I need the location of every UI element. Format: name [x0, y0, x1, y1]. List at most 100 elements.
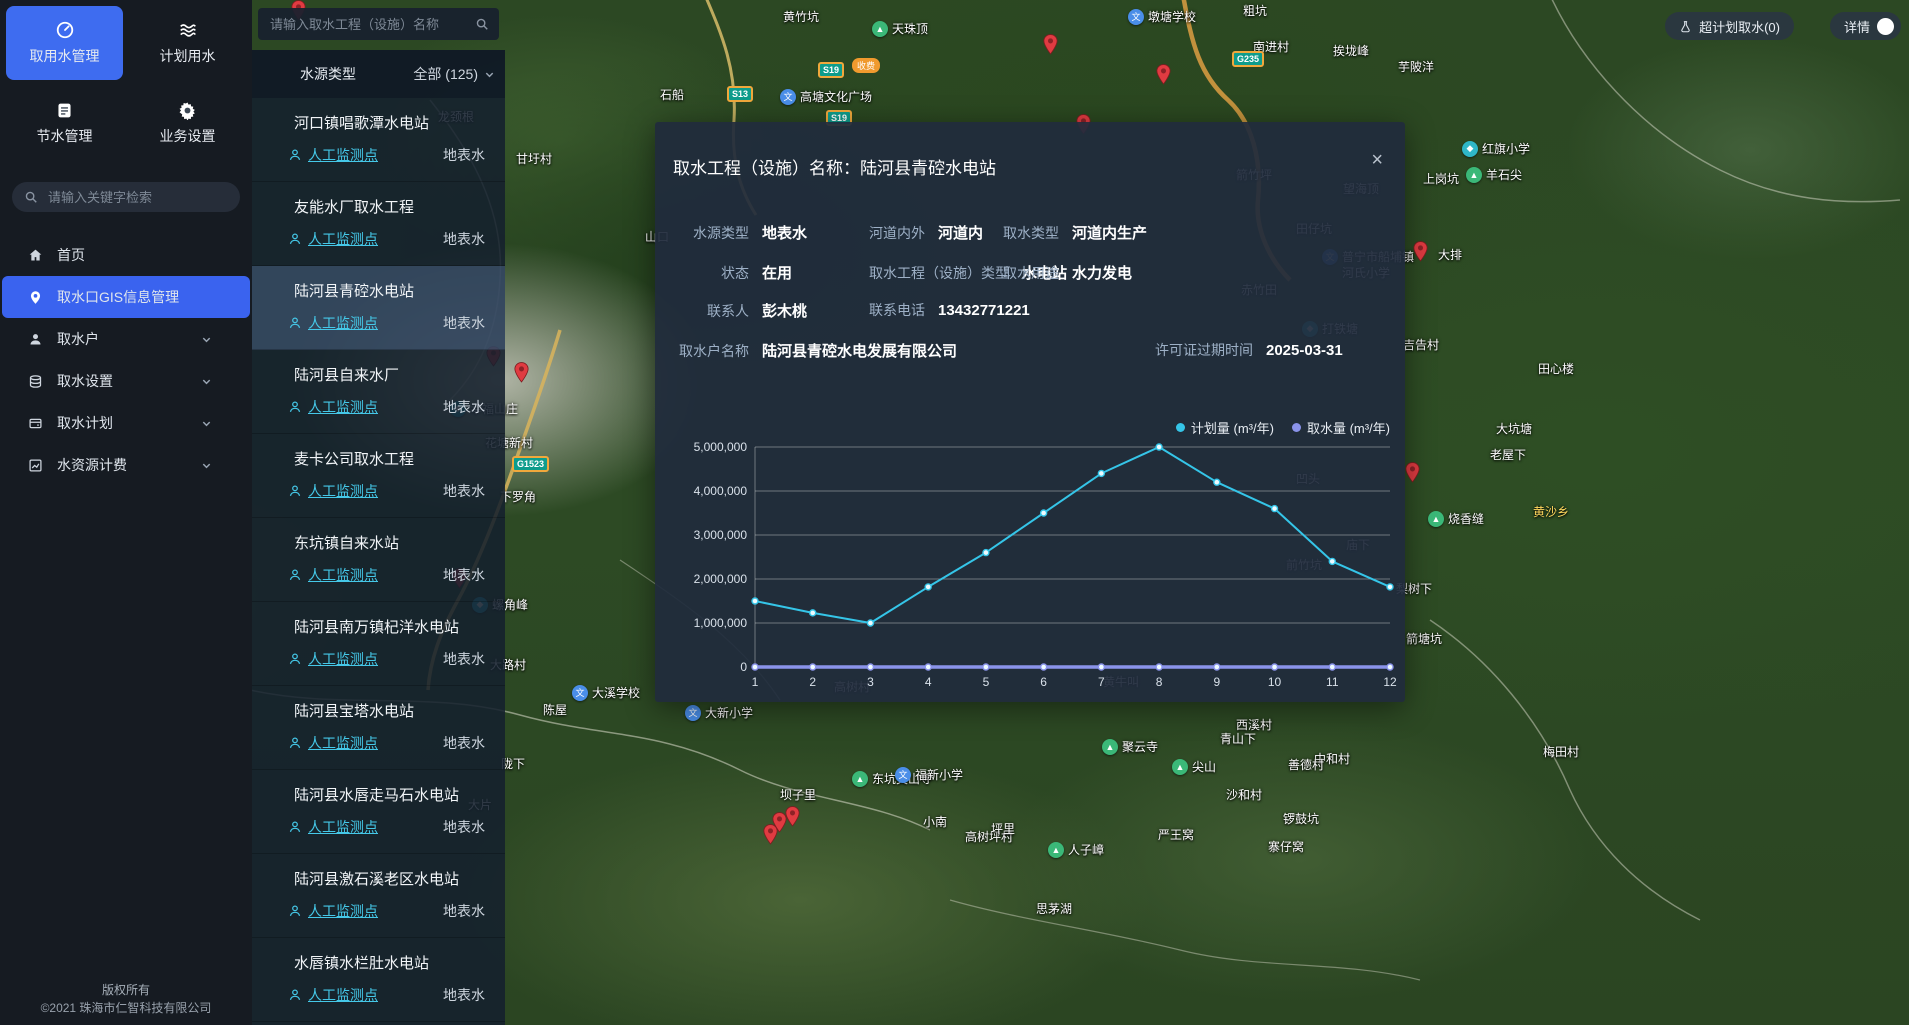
over-plan-label: 超计划取水(0) — [1699, 17, 1780, 36]
over-plan-button[interactable]: 超计划取水(0) — [1665, 12, 1794, 40]
sidebar-item-2[interactable]: 取水户 — [0, 318, 252, 360]
station-search-input[interactable] — [268, 16, 467, 33]
search-icon[interactable] — [475, 17, 489, 31]
red-marker-pin-icon[interactable] — [785, 806, 800, 832]
close-icon[interactable]: × — [1371, 150, 1383, 170]
sidebar-item-4[interactable]: 取水计划 — [0, 402, 252, 444]
station-list-item[interactable]: 陆河县水唇走马石水电站 人工监测点 地表水 — [252, 770, 505, 854]
red-marker-pin-icon[interactable] — [1405, 462, 1420, 488]
field-水源类型: 水源类型地表水 — [677, 222, 807, 243]
manual-monitor-link[interactable]: 人工监测点 — [288, 565, 378, 585]
map-label-人子嶂: ▲人子嶂 — [1048, 841, 1104, 858]
filter-dropdown[interactable]: 全部 (125) — [413, 64, 495, 84]
map-label-陈屋: 陈屋 — [543, 701, 567, 718]
map-label-G1523: G1523 — [512, 456, 549, 472]
flask-icon — [1679, 16, 1692, 36]
sidebar-search[interactable] — [12, 182, 240, 212]
nav-tile-2[interactable]: 节水管理 — [6, 86, 123, 160]
manual-monitor-link[interactable]: 人工监测点 — [288, 313, 378, 333]
svg-text:5: 5 — [983, 675, 990, 689]
field-value: 河道内 — [938, 222, 983, 243]
station-list: 水源类型 全部 (125) 河口镇唱歌潭水电站 人工监测点 地表水 友能水厂取水… — [252, 50, 505, 1025]
copyright-line2: ©2021 珠海市仁智科技有限公司 — [0, 999, 252, 1017]
person-icon — [288, 904, 302, 918]
station-list-item[interactable]: 陆河县激石溪老区水电站 人工监测点 地表水 — [252, 854, 505, 938]
station-list-item[interactable]: 水唇镇水栏肚水电站 人工监测点 地表水 — [252, 938, 505, 1022]
map-label-上岗坑: 上岗坑 — [1423, 170, 1459, 187]
field-value: 水力发电 — [1072, 262, 1132, 283]
toggle-knob-icon[interactable] — [1877, 18, 1894, 35]
nav-tile-0[interactable]: 取用水管理 — [6, 6, 123, 80]
map-label-下罗角: 下罗角 — [500, 488, 536, 505]
water-source-tag: 地表水 — [443, 565, 485, 585]
nature-icon: ▲ — [1466, 167, 1482, 183]
station-list-item[interactable]: 友能水厂取水工程 人工监测点 地表水 — [252, 182, 505, 266]
map-label-善德村: 善德村 — [1288, 756, 1324, 773]
red-marker-pin-icon[interactable] — [763, 824, 778, 850]
red-marker-pin-icon[interactable] — [1043, 34, 1058, 60]
nature-icon: ▲ — [1048, 842, 1064, 858]
school-icon: 文 — [572, 685, 588, 701]
station-name: 河口镇唱歌潭水电站 — [294, 112, 495, 133]
station-list-item[interactable]: 陆河县自来水厂 人工监测点 地表水 — [252, 350, 505, 434]
intake-line-chart: 01,000,0002,000,0003,000,0004,000,0005,0… — [675, 412, 1405, 697]
sidebar-item-0[interactable]: 首页 — [0, 234, 252, 276]
nav-tile-label: 节水管理 — [37, 126, 93, 146]
map-label-西溪村: 西溪村 — [1236, 716, 1272, 733]
map-label-聚云寺: ▲聚云寺 — [1102, 738, 1158, 755]
station-list-item[interactable]: 东坑镇自来水站 人工监测点 地表水 — [252, 518, 505, 602]
water-source-tag: 地表水 — [443, 145, 485, 165]
manual-monitor-link[interactable]: 人工监测点 — [288, 649, 378, 669]
nav-tile-1[interactable]: 计划用水 — [129, 6, 246, 80]
toll-badge: 收费 — [852, 58, 880, 73]
pin-icon — [28, 290, 43, 305]
sidebar-item-1[interactable]: 取水口GIS信息管理 — [2, 276, 250, 318]
sidebar-menu: 首页取水口GIS信息管理取水户取水设置取水计划水资源计费 — [0, 234, 252, 486]
filter-label: 水源类型 — [300, 64, 356, 84]
manual-monitor-link[interactable]: 人工监测点 — [288, 229, 378, 249]
manual-monitor-link[interactable]: 人工监测点 — [288, 733, 378, 753]
station-list-item[interactable]: 陆河县南万镇杞洋水电站 人工监测点 地表水 — [252, 602, 505, 686]
svg-text:11: 11 — [1326, 675, 1339, 689]
menu-label: 取水户 — [57, 329, 99, 349]
map-label-梅田村: 梅田村 — [1543, 743, 1579, 760]
sidebar-search-input[interactable] — [46, 189, 228, 206]
map-label-箭塘坑: 箭塘坑 — [1406, 630, 1442, 647]
nav-tile-3[interactable]: 业务设置 — [129, 86, 246, 160]
map-label-坝子里: 坝子里 — [780, 786, 816, 803]
person-icon — [288, 736, 302, 750]
station-name: 友能水厂取水工程 — [294, 196, 495, 217]
field-label: 取水用途 — [1003, 263, 1059, 283]
map-label-黄竹坑: 黄竹坑 — [783, 8, 819, 25]
field-label: 取水类型 — [1003, 223, 1059, 243]
station-list-item[interactable]: 河口镇唱歌潭水电站 人工监测点 地表水 — [252, 98, 505, 182]
red-marker-pin-icon[interactable] — [1413, 241, 1428, 267]
field-value: 河道内生产 — [1072, 222, 1147, 243]
nav-tile-label: 取用水管理 — [30, 46, 100, 66]
station-name: 陆河县自来水厂 — [294, 364, 495, 385]
station-search[interactable] — [258, 8, 499, 40]
manual-monitor-link[interactable]: 人工监测点 — [288, 145, 378, 165]
sidebar-item-3[interactable]: 取水设置 — [0, 360, 252, 402]
station-list-item[interactable]: 麦卡公司取水工程 人工监测点 地表水 — [252, 434, 505, 518]
person-icon — [288, 988, 302, 1002]
red-marker-pin-icon[interactable] — [1156, 64, 1171, 90]
copyright-line1: 版权所有 — [0, 981, 252, 999]
detail-toggle[interactable]: 详情 — [1830, 12, 1901, 40]
manual-monitor-link[interactable]: 人工监测点 — [288, 397, 378, 417]
database-icon — [28, 374, 43, 389]
sidebar-item-5[interactable]: 水资源计费 — [0, 444, 252, 486]
station-list-item[interactable]: 陆河县宝塔水电站 人工监测点 地表水 — [252, 686, 505, 770]
map-label-收费: 收费 — [852, 58, 880, 73]
station-name: 水唇镇水栏肚水电站 — [294, 952, 495, 973]
map-label-挨垅峰: 挨垅峰 — [1333, 42, 1369, 59]
map-label-S13: S13 — [727, 86, 753, 102]
manual-monitor-link[interactable]: 人工监测点 — [288, 985, 378, 1005]
manual-monitor-link[interactable]: 人工监测点 — [288, 481, 378, 501]
manual-monitor-link[interactable]: 人工监测点 — [288, 817, 378, 837]
manual-monitor-link[interactable]: 人工监测点 — [288, 901, 378, 921]
water-source-tag: 地表水 — [443, 901, 485, 921]
station-list-item[interactable]: 陆河县青硿水电站 人工监测点 地表水 — [252, 266, 505, 350]
red-marker-pin-icon[interactable] — [514, 362, 529, 388]
nature-icon: ▲ — [1172, 759, 1188, 775]
